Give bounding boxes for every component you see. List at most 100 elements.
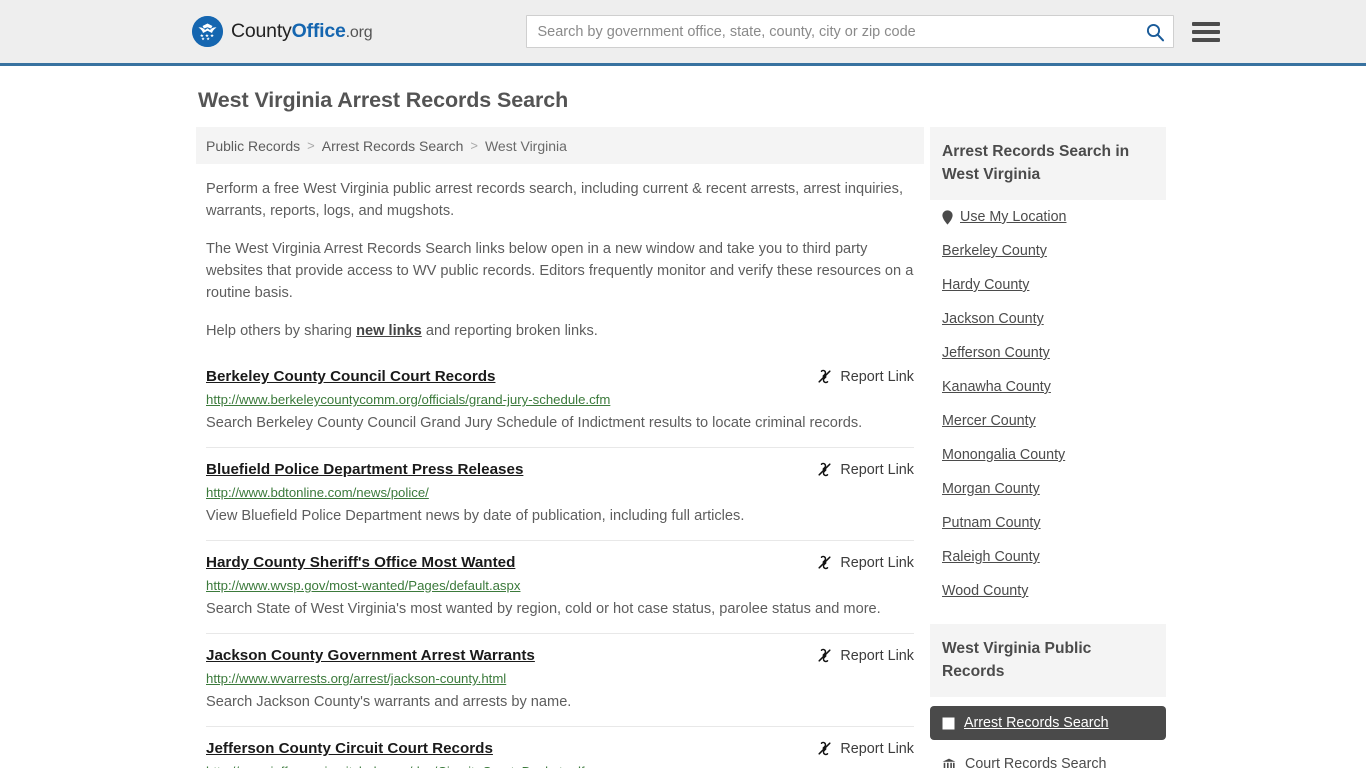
breadcrumb-item-public-records[interactable]: Public Records — [206, 138, 300, 154]
list-item: Morgan County — [930, 472, 1166, 506]
sidebar-item-label: Arrest Records Search — [964, 715, 1109, 731]
broken-link-icon — [816, 740, 833, 757]
site-logo-link[interactable]: CountyOffice.org — [192, 16, 373, 47]
sidebar-item-monongalia-county[interactable]: Monongalia County — [930, 438, 1166, 472]
hamburger-menu-icon[interactable] — [1192, 21, 1221, 42]
sidebar-item-wood-county[interactable]: Wood County — [930, 574, 1166, 608]
result-title-link[interactable]: Jackson County Government Arrest Warrant… — [206, 646, 535, 665]
sidebar-item-label: Wood County — [942, 583, 1029, 599]
sidebar-item-kanawha-county[interactable]: Kanawha County — [930, 370, 1166, 404]
sidebar-item-jackson-county[interactable]: Jackson County — [930, 302, 1166, 336]
result-title-link[interactable]: Bluefield Police Department Press Releas… — [206, 460, 523, 479]
sidebar-county-list: Use My Location Berkeley County Hardy Co… — [930, 200, 1166, 608]
intro-p3-before: Help others by sharing — [206, 323, 357, 339]
result-url[interactable]: http://www.berkeleycountycomm.org/offici… — [206, 392, 914, 408]
hamburger-bar — [1192, 21, 1221, 26]
result-description: Search Jackson County's warrants and arr… — [206, 694, 572, 710]
page-title: West Virginia Arrest Records Search — [198, 88, 569, 112]
sidebar-item-label: Putnam County — [942, 515, 1041, 531]
sidebar-item-label: Hardy County — [942, 277, 1030, 293]
result-header: Hardy County Sheriff's Office Most Wante… — [206, 553, 914, 572]
search-button[interactable] — [1142, 19, 1168, 45]
sidebar-item-label: Monongalia County — [942, 447, 1066, 463]
courthouse-icon — [942, 758, 956, 768]
report-link-label: Report Link — [840, 554, 914, 571]
report-link-button[interactable]: Report Link — [816, 553, 914, 571]
list-item: Court Records Search — [930, 747, 1166, 768]
result-title-link[interactable]: Berkeley County Council Court Records — [206, 367, 495, 386]
result-url[interactable]: http://www.bdtonline.com/news/police/ — [206, 485, 914, 501]
sidebar-item-berkeley-county[interactable]: Berkeley County — [930, 234, 1166, 268]
result-title-link[interactable]: Hardy County Sheriff's Office Most Wante… — [206, 553, 515, 572]
sidebar-item-label: Morgan County — [942, 481, 1040, 497]
new-links-link[interactable]: new links — [356, 323, 422, 339]
content-row: Public Records > Arrest Records Search >… — [0, 127, 1366, 768]
list-item: Jefferson County — [930, 336, 1166, 370]
result-description: Search State of West Virginia's most wan… — [206, 601, 881, 617]
hamburger-bar — [1192, 29, 1221, 34]
search-bar — [526, 15, 1175, 48]
result-header: Berkeley County Council Court Records Re… — [206, 367, 914, 386]
report-link-label: Report Link — [840, 647, 914, 664]
result-url[interactable]: http://www.wvarrests.org/arrest/jackson-… — [206, 671, 914, 687]
result-item: Berkeley County Council Court Records Re… — [206, 358, 914, 447]
report-link-button[interactable]: Report Link — [816, 367, 914, 385]
intro-paragraph-2: The West Virginia Arrest Records Search … — [206, 241, 914, 301]
sidebar-section-title-arrest-records: Arrest Records Search in West Virginia — [930, 127, 1166, 200]
report-link-button[interactable]: Report Link — [816, 739, 914, 757]
sidebar-item-morgan-county[interactable]: Morgan County — [930, 472, 1166, 506]
sidebar-item-use-my-location[interactable]: Use My Location — [930, 200, 1166, 234]
list-item: Monongalia County — [930, 438, 1166, 472]
list-item: Kanawha County — [930, 370, 1166, 404]
result-title-link[interactable]: Jefferson County Circuit Court Records — [206, 739, 493, 758]
sidebar-item-hardy-county[interactable]: Hardy County — [930, 268, 1166, 302]
eagle-shield-logo-icon — [192, 16, 223, 47]
broken-link-icon — [816, 647, 833, 664]
search-icon — [1145, 22, 1165, 42]
sidebar-item-label: Berkeley County — [942, 243, 1047, 259]
intro-paragraph-3: Help others by sharing new links and rep… — [206, 320, 914, 342]
sidebar-item-putnam-county[interactable]: Putnam County — [930, 506, 1166, 540]
result-item: Jefferson County Circuit Court Records R… — [206, 726, 914, 768]
document-icon — [942, 717, 955, 730]
sidebar-item-label: Mercer County — [942, 413, 1036, 429]
result-header: Jefferson County Circuit Court Records R… — [206, 739, 914, 758]
sidebar-section-title-public-records: West Virginia Public Records — [930, 624, 1166, 697]
result-url[interactable]: http://www.wvsp.gov/most-wanted/Pages/de… — [206, 578, 914, 594]
report-link-button[interactable]: Report Link — [816, 646, 914, 664]
sidebar: Arrest Records Search in West Virginia U… — [930, 127, 1166, 768]
search-input[interactable] — [526, 15, 1175, 48]
breadcrumb: Public Records > Arrest Records Search >… — [196, 127, 924, 164]
result-description: View Bluefield Police Department news by… — [206, 508, 745, 524]
sidebar-item-label: Kanawha County — [942, 379, 1051, 395]
sidebar-item-jefferson-county[interactable]: Jefferson County — [930, 336, 1166, 370]
list-item: Mercer County — [930, 404, 1166, 438]
sidebar-public-records-list: Arrest Records Search Court Records Sear… — [930, 706, 1166, 768]
list-item: Berkeley County — [930, 234, 1166, 268]
result-item: Bluefield Police Department Press Releas… — [206, 447, 914, 540]
broken-link-icon — [816, 368, 833, 385]
list-item: Jackson County — [930, 302, 1166, 336]
page-body: West Virginia Arrest Records Search Publ… — [0, 66, 1366, 768]
sidebar-item-raleigh-county[interactable]: Raleigh County — [930, 540, 1166, 574]
result-item: Jackson County Government Arrest Warrant… — [206, 633, 914, 726]
breadcrumb-separator: > — [307, 138, 315, 153]
logo-text-office: Office — [291, 20, 346, 42]
sidebar-item-mercer-county[interactable]: Mercer County — [930, 404, 1166, 438]
report-link-button[interactable]: Report Link — [816, 460, 914, 478]
logo-text-county: County — [231, 20, 292, 42]
sidebar-item-arrest-records-search[interactable]: Arrest Records Search — [930, 706, 1166, 740]
report-link-label: Report Link — [840, 368, 914, 385]
sidebar-item-court-records-search[interactable]: Court Records Search — [930, 747, 1166, 768]
result-header: Jackson County Government Arrest Warrant… — [206, 646, 914, 665]
breadcrumb-separator: > — [470, 138, 478, 153]
list-item: Arrest Records Search — [930, 706, 1166, 740]
result-item: Hardy County Sheriff's Office Most Wante… — [206, 540, 914, 633]
sidebar-item-label: Court Records Search — [965, 756, 1107, 768]
result-url[interactable]: http://www.jeffcowvcircuitclerk.com/doc/… — [206, 764, 914, 768]
site-logo-text: CountyOffice.org — [231, 20, 373, 43]
map-pin-icon — [942, 209, 953, 225]
breadcrumb-item-arrest-records-search[interactable]: Arrest Records Search — [322, 138, 464, 154]
intro-paragraph-1: Perform a free West Virginia public arre… — [206, 181, 904, 219]
logo-text-org: .org — [345, 24, 373, 41]
